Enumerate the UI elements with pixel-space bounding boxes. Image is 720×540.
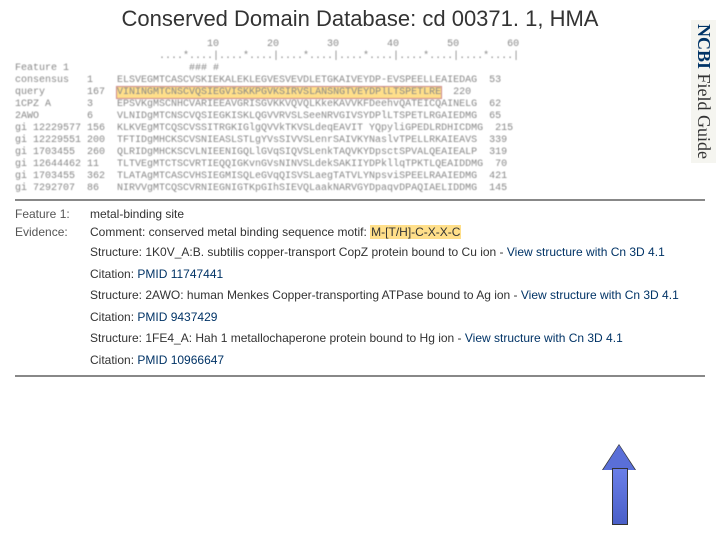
citation-line: Citation: PMID 10966647 (90, 353, 705, 369)
divider-bottom (15, 375, 705, 377)
citation-line: Citation: PMID 9437429 (90, 310, 705, 326)
view-structure-link[interactable]: View structure with Cn 3D 4.1 (507, 245, 665, 259)
page-title: Conserved Domain Database: cd 00371. 1, … (0, 0, 720, 34)
evidence-value: Comment: conserved metal binding sequenc… (90, 225, 705, 239)
structure-line: Structure: 2AWO: human Menkes Copper-tra… (90, 288, 705, 304)
blue-arrow-annotation (603, 445, 635, 525)
view-structure-link[interactable]: View structure with Cn 3D 4.1 (521, 288, 679, 302)
motif-highlight: M-[T/H]-C-X-X-C (370, 225, 461, 239)
citation-line: Citation: PMID 11747441 (90, 267, 705, 283)
structure-line: Structure: 1K0V_A:B. subtilis copper-tra… (90, 245, 705, 261)
feature-section: Feature 1: metal-binding site Evidence: … (0, 205, 720, 369)
feature1-value: metal-binding site (90, 207, 705, 221)
alignment-block: 10 20 30 40 50 60 ....*....|....*....|..… (0, 34, 720, 195)
evidence-entries: Structure: 1K0V_A:B. subtilis copper-tra… (90, 245, 705, 369)
evidence-label: Evidence: (15, 225, 90, 239)
feature1-label: Feature 1: (15, 207, 90, 221)
structure-line: Structure: 1FE4_A: Hah 1 metallochaperon… (90, 331, 705, 347)
divider-top (15, 199, 705, 201)
pmid-link[interactable]: PMID 9437429 (137, 310, 217, 324)
pmid-link[interactable]: PMID 11747441 (137, 267, 223, 281)
view-structure-link[interactable]: View structure with Cn 3D 4.1 (465, 331, 623, 345)
pmid-link[interactable]: PMID 10966647 (137, 353, 224, 367)
alignment-text: 10 20 30 40 50 60 ....*....|....*....|..… (15, 39, 705, 195)
evidence-text: Comment: conserved metal binding sequenc… (90, 225, 370, 239)
